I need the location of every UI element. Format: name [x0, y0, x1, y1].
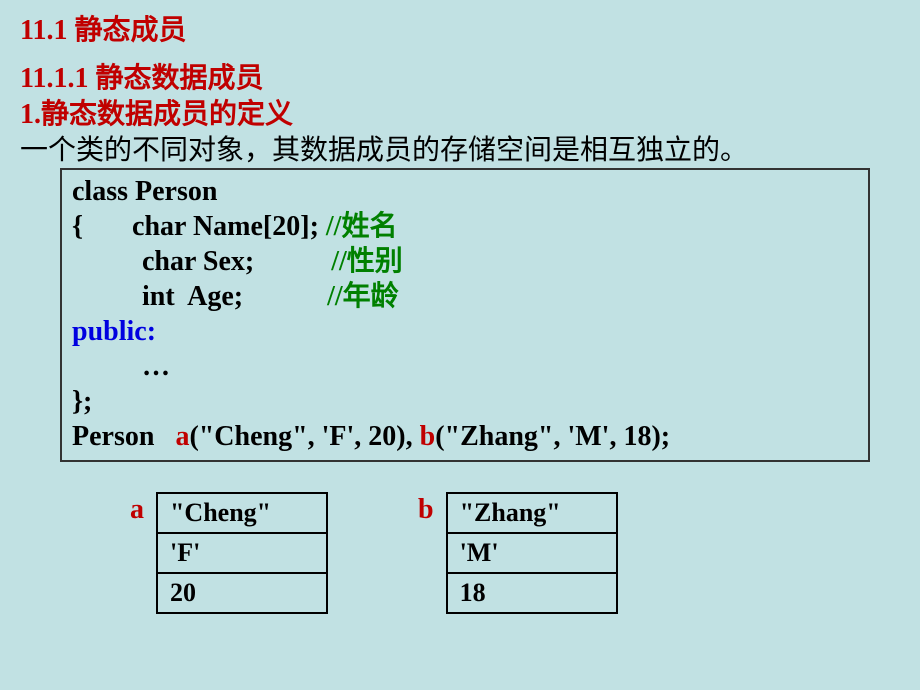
table-cell: 20	[157, 573, 327, 613]
code-comment: //性别	[331, 246, 403, 277]
code-comment: //年龄	[327, 281, 399, 312]
section-heading: 11.1 静态成员	[20, 8, 186, 48]
code-line: Person a("Cheng", 'F', 20), b("Zhang", '…	[72, 419, 858, 454]
code-line: class Person	[72, 174, 858, 209]
memory-tables: a "Cheng" 'F' 20 b "Zhang" 'M' 18	[130, 492, 618, 614]
code-text: Person	[72, 421, 175, 452]
subsection-heading: 11.1.1 静态数据成员	[20, 56, 263, 96]
table-label-b: b	[418, 494, 434, 526]
code-text: ("Zhang", 'M', 18);	[435, 421, 670, 452]
table-cell: "Cheng"	[157, 493, 327, 533]
table-block-a: a "Cheng" 'F' 20	[130, 492, 328, 614]
code-line: …	[72, 349, 858, 384]
table-label-a: a	[130, 494, 144, 526]
code-var-b: b	[420, 421, 436, 452]
table-block-b: b "Zhang" 'M' 18	[418, 492, 618, 614]
code-keyword: public:	[72, 314, 858, 349]
code-line: int Age; //年龄	[72, 279, 858, 314]
code-text: { char Name[20];	[72, 211, 326, 242]
code-text: int Age;	[72, 281, 327, 312]
table-cell: 18	[447, 573, 617, 613]
code-var-a: a	[175, 421, 189, 452]
subsubsection-heading: 1.静态数据成员的定义	[20, 92, 293, 132]
code-block: class Person { char Name[20]; //姓名 char …	[60, 168, 870, 462]
code-line: };	[72, 384, 858, 419]
code-comment: //姓名	[326, 211, 398, 242]
code-line: char Sex; //性别	[72, 244, 858, 279]
code-line: { char Name[20]; //姓名	[72, 209, 858, 244]
table-cell: 'M'	[447, 533, 617, 573]
code-text: ("Cheng", 'F', 20),	[189, 421, 419, 452]
table-cell: "Zhang"	[447, 493, 617, 533]
body-text: 一个类的不同对象，其数据成员的存储空间是相互独立的。	[20, 128, 748, 168]
memory-table-a: "Cheng" 'F' 20	[156, 492, 328, 614]
table-cell: 'F'	[157, 533, 327, 573]
memory-table-b: "Zhang" 'M' 18	[446, 492, 618, 614]
code-text: char Sex;	[72, 246, 331, 277]
